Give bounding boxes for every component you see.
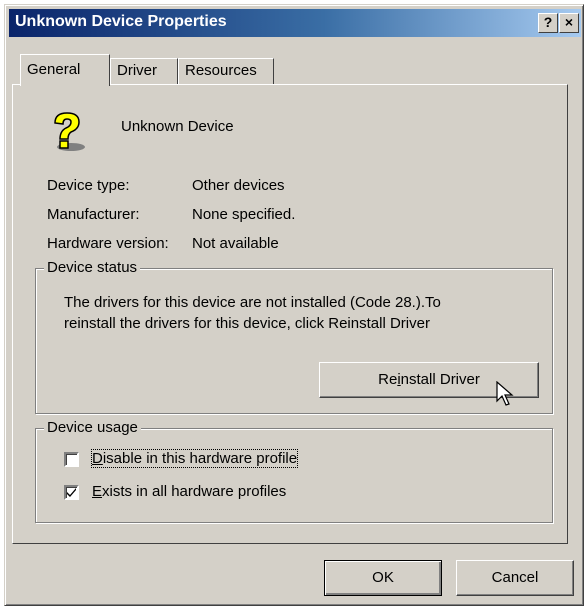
hardware-version-value: Not available (192, 235, 279, 252)
status-text-line2: reinstall the drivers for this device, c… (64, 315, 430, 332)
device-usage-title: Device usage (44, 419, 141, 436)
checkmark-icon (67, 488, 76, 497)
tab-driver[interactable]: Driver (110, 58, 178, 84)
mouse-cursor-icon (496, 380, 516, 407)
disable-profile-label[interactable]: Disable in this hardware profile (90, 449, 299, 468)
manufacturer-value: None specified. (192, 206, 296, 223)
exists-profiles-checkbox[interactable] (64, 485, 79, 500)
device-type-value: Other devices (192, 177, 285, 194)
exists-profiles-label[interactable]: Exists in all hardware profiles (92, 483, 286, 500)
close-button[interactable]: × (559, 13, 579, 33)
tab-general[interactable]: General (20, 54, 110, 86)
ok-button[interactable]: OK (324, 560, 442, 596)
title-bar[interactable]: Unknown Device Properties ? × (9, 9, 581, 37)
hardware-version-label: Hardware version: (47, 235, 169, 252)
reinstall-label-part2: nstall Driver (400, 371, 480, 388)
device-type-label: Device type: (47, 177, 130, 194)
disable-profile-checkbox[interactable] (64, 452, 79, 467)
help-button[interactable]: ? (538, 13, 558, 33)
device-status-title: Device status (44, 259, 141, 276)
status-text-line1: The drivers for this device are not inst… (64, 294, 441, 311)
tab-resources[interactable]: Resources (178, 58, 274, 84)
device-usage-group: Device usage Disable in this hardware pr… (35, 419, 553, 523)
device-name: Unknown Device (121, 118, 234, 135)
window-title: Unknown Device Properties (15, 13, 227, 30)
general-tab-panel: Unknown Device Device type: Other device… (12, 84, 568, 544)
question-mark-device-icon (45, 109, 89, 153)
cancel-button[interactable]: Cancel (456, 560, 574, 596)
reinstall-label-part1: Re (378, 371, 398, 388)
device-status-group: Device status The drivers for this devic… (35, 259, 553, 414)
manufacturer-label: Manufacturer: (47, 206, 140, 223)
